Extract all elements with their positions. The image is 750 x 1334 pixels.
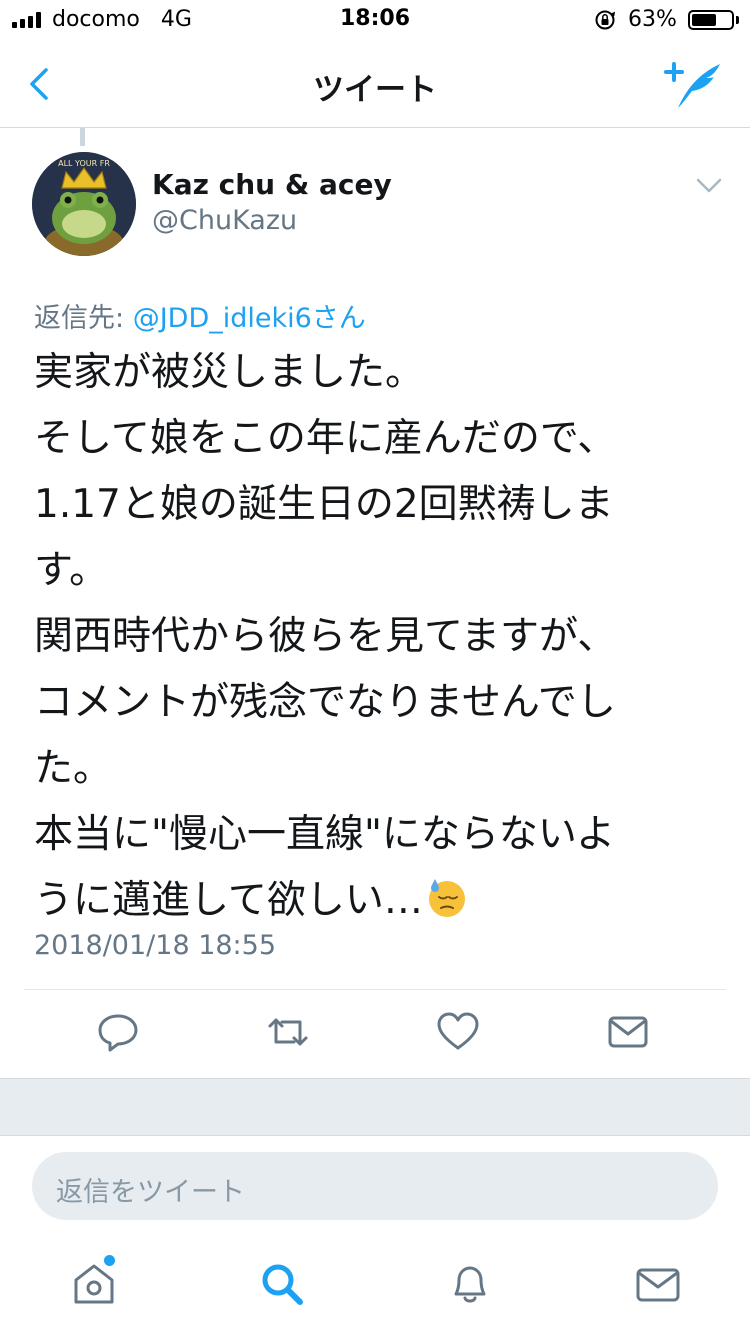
tweet-line: 関西時代から彼らを見てますが、 bbox=[34, 614, 617, 659]
tweet-body: 実家が被災しました。そして娘をこの年に産んだので、 1.17と娘の誕生日の2回黙祷… bbox=[34, 340, 734, 934]
like-icon[interactable] bbox=[436, 1008, 480, 1056]
home-notification-dot bbox=[104, 1255, 115, 1266]
retweet-icon[interactable] bbox=[266, 1008, 310, 1056]
downcast-sweat-face-icon bbox=[428, 879, 465, 917]
search-icon[interactable] bbox=[258, 1260, 306, 1308]
orientation-lock-icon bbox=[595, 10, 616, 30]
tweet-line: 本当に"慢心一直線"にならないよ bbox=[34, 812, 616, 857]
reply-context: 返信先: @JDD_idleki6さん bbox=[34, 296, 366, 335]
tweet-line: そして娘をこの年に産んだので、 bbox=[34, 416, 617, 461]
direct-message-icon[interactable] bbox=[606, 1008, 650, 1056]
divider bbox=[24, 989, 726, 990]
home-icon[interactable] bbox=[70, 1260, 118, 1308]
compose-tweet-icon[interactable] bbox=[664, 58, 724, 112]
tweet-timestamp: 2018/01/18 18:55 bbox=[34, 930, 277, 961]
battery-percent: 63% bbox=[628, 7, 677, 32]
reply-input[interactable]: 返信をツイート bbox=[32, 1152, 718, 1220]
reply-prefix: 返信先: bbox=[34, 303, 133, 334]
tweet-line: うに邁進して欲しい… bbox=[34, 868, 734, 934]
messages-icon[interactable] bbox=[634, 1260, 682, 1308]
status-bar: docomo 4G 18:06 63% bbox=[0, 0, 750, 40]
page-title: ツイート bbox=[313, 72, 437, 108]
display-name[interactable]: Kaz chu & acey bbox=[152, 168, 392, 201]
nav-bar: ツイート bbox=[0, 40, 750, 128]
reply-placeholder: 返信をツイート bbox=[56, 1177, 245, 1208]
reply-icon[interactable] bbox=[96, 1008, 140, 1056]
battery-icon bbox=[688, 10, 734, 30]
battery-fill bbox=[692, 14, 716, 26]
tweet-actions bbox=[0, 1008, 750, 1058]
reply-mention-link[interactable]: @JDD_idleki6さん bbox=[133, 303, 366, 334]
notifications-icon[interactable] bbox=[446, 1260, 494, 1308]
tab-bar bbox=[0, 1240, 750, 1334]
avatar-caption: ALL YOUR FR bbox=[58, 159, 110, 168]
thread-connector bbox=[80, 128, 85, 146]
tweet-line: 実家が被災しました。 bbox=[34, 350, 425, 395]
avatar[interactable]: ALL YOUR FR bbox=[32, 152, 136, 256]
tweet-line: す。 bbox=[34, 548, 109, 593]
tweet-line: コメントが残念でなりませんでし bbox=[34, 680, 616, 725]
section-separator bbox=[0, 1078, 750, 1136]
battery-tip bbox=[736, 16, 739, 24]
tweet-line: 1.17と娘の誕生日の2回黙祷しま bbox=[34, 482, 614, 527]
user-handle[interactable]: @ChuKazu bbox=[152, 205, 297, 236]
tweet-line: た。 bbox=[34, 746, 113, 791]
chevron-down-icon[interactable] bbox=[694, 174, 724, 198]
